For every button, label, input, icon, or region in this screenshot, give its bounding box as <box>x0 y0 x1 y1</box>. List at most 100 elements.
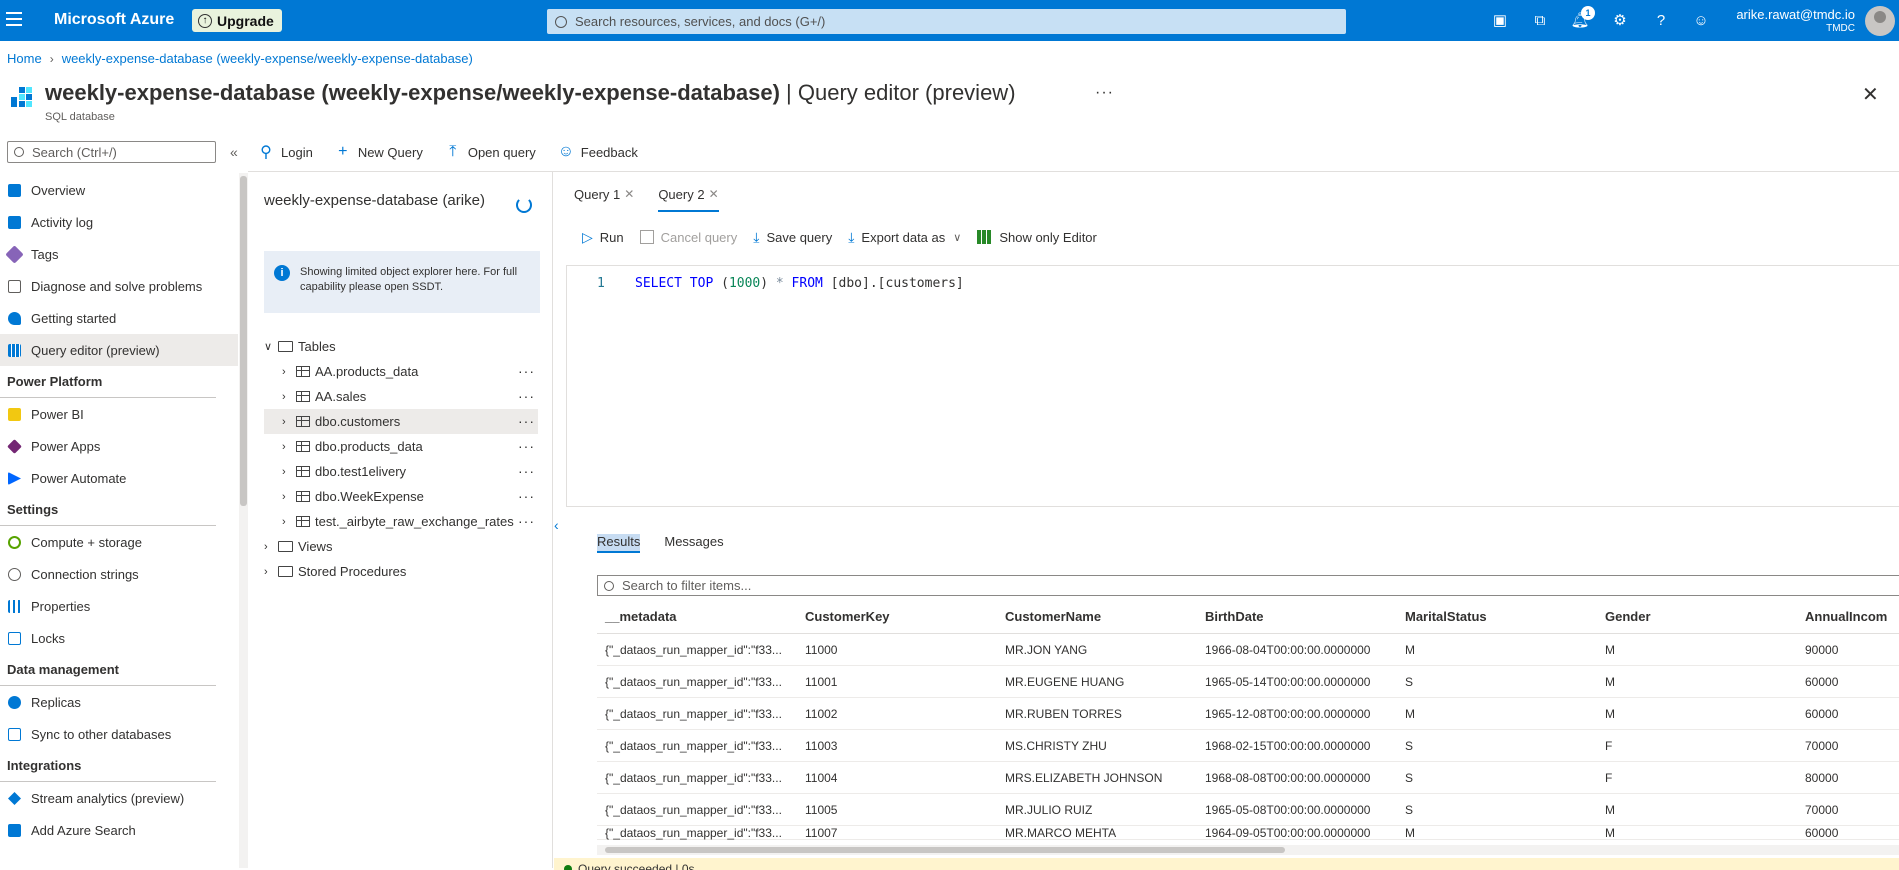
sidebar-item-properties[interactable]: Properties <box>0 590 238 622</box>
tab-query-1[interactable]: Query 1 ✕ <box>574 180 634 210</box>
sidebar-item-label: Replicas <box>31 694 81 710</box>
sidebar-item-diagnose[interactable]: Diagnose and solve problems <box>0 270 238 302</box>
resource-menu-scrollbar[interactable] <box>239 173 248 868</box>
tree-node-views[interactable]: › Views <box>264 534 538 559</box>
breadcrumb-database[interactable]: weekly-expense-database (weekly-expense/… <box>62 51 473 66</box>
sidebar-item-connection-strings[interactable]: Connection strings <box>0 558 238 590</box>
avatar[interactable] <box>1865 6 1895 36</box>
sidebar-item-compute-storage[interactable]: Compute + storage <box>0 526 238 558</box>
tree-label: test._airbyte_raw_exchange_rates <box>315 514 514 529</box>
close-tab-icon[interactable]: ✕ <box>624 187 634 201</box>
sidebar-item-query-editor[interactable]: Query editor (preview) <box>0 334 238 366</box>
tab-messages[interactable]: Messages <box>664 534 723 553</box>
cancel-query-button[interactable]: Cancel query <box>639 230 737 245</box>
column-header[interactable]: CustomerName <box>997 609 1197 624</box>
refresh-icon[interactable] <box>516 197 532 213</box>
tree-node-table[interactable]: › dbo.WeekExpense ··· <box>264 484 538 509</box>
help-icon[interactable]: ? <box>1651 11 1671 31</box>
chevron-right-icon: › <box>282 365 286 378</box>
code-editor[interactable]: 1 SELECT TOP (1000) * FROM [dbo].[custom… <box>566 265 1899 507</box>
search-icon <box>14 147 24 157</box>
sidebar-item-getting-started[interactable]: Getting started <box>0 302 238 334</box>
tree-node-table[interactable]: › dbo.products_data ··· <box>264 434 538 459</box>
column-header[interactable]: AnnualIncom <box>1797 609 1899 624</box>
sidebar-item-azure-search[interactable]: Add Azure Search <box>0 814 238 846</box>
upgrade-label: Upgrade <box>217 12 274 29</box>
open-query-button[interactable]: ⤒ Open query <box>445 143 535 161</box>
collapse-explorer-icon[interactable]: ‹ <box>554 517 559 533</box>
sidebar-item-power-automate[interactable]: Power Automate <box>0 462 238 494</box>
run-button[interactable]: ▷ Run <box>582 229 624 246</box>
save-query-button[interactable]: ⤓ Save query <box>753 229 832 246</box>
sidebar-item-locks[interactable]: Locks <box>0 622 238 654</box>
show-only-editor-button[interactable]: Show only Editor <box>977 230 1097 245</box>
table-row[interactable]: {"_dataos_run_mapper_id":"f33... 11003 MS.… <box>597 730 1899 762</box>
global-search-input[interactable]: Search resources, services, and docs (G+… <box>547 9 1346 34</box>
table-cell: MR.EUGENE HUANG <box>1005 674 1125 689</box>
settings-icon[interactable]: ⚙ <box>1610 11 1630 31</box>
query-status-bar: Query succeeded | 0s <box>554 858 1899 870</box>
results-filter-input[interactable]: Search to filter items... <box>597 575 1899 596</box>
scrollbar-thumb[interactable] <box>605 847 1285 853</box>
sidebar-item-replicas[interactable]: Replicas <box>0 686 238 718</box>
table-row[interactable]: {"_dataos_run_mapper_id":"f33... 11001 MR.… <box>597 666 1899 698</box>
column-header[interactable]: Gender <box>1597 609 1797 624</box>
more-options-icon[interactable]: ··· <box>518 513 535 529</box>
more-options-icon[interactable]: ··· <box>518 438 535 454</box>
table-row[interactable]: {"_dataos_run_mapper_id":"f33... 11002 MR.… <box>597 698 1899 730</box>
resource-menu-search-input[interactable]: Search (Ctrl+/) <box>7 141 216 163</box>
scrollbar-thumb[interactable] <box>240 176 247 506</box>
feedback-button[interactable]: ☺ Feedback <box>558 143 638 161</box>
more-options-icon[interactable]: ··· <box>518 363 535 379</box>
section-power-platform: Power Platform <box>0 366 216 398</box>
table-cell: S <box>1405 770 1414 785</box>
login-button[interactable]: ⚲ Login <box>258 142 313 162</box>
tree-node-table[interactable]: › test._airbyte_raw_exchange_rates ··· <box>264 509 538 534</box>
sidebar-item-sync[interactable]: Sync to other databases <box>0 718 238 750</box>
sidebar-item-overview[interactable]: Overview <box>0 174 238 206</box>
table-row[interactable]: {"_dataos_run_mapper_id":"f33... 11007 MR.… <box>597 826 1899 840</box>
sidebar-item-power-apps[interactable]: Power Apps <box>0 430 238 462</box>
column-header[interactable]: BirthDate <box>1197 609 1397 624</box>
more-options-icon[interactable]: ··· <box>518 488 535 504</box>
breadcrumb-home[interactable]: Home <box>7 51 42 66</box>
close-icon[interactable]: ✕ <box>1862 82 1879 107</box>
more-options-icon[interactable]: ··· <box>518 463 535 479</box>
feedback-icon[interactable]: ☺ <box>1691 11 1711 31</box>
sidebar-item-tags[interactable]: Tags <box>0 238 238 270</box>
column-header[interactable]: __metadata <box>597 609 797 624</box>
column-header[interactable]: CustomerKey <box>797 609 997 624</box>
sidebar-item-power-bi[interactable]: Power BI <box>0 398 238 430</box>
table-row[interactable]: {"_dataos_run_mapper_id":"f33... 11004 MRS… <box>597 762 1899 794</box>
tab-results[interactable]: Results <box>597 534 641 553</box>
sidebar-item-activity-log[interactable]: Activity log <box>0 206 238 238</box>
tree-node-table[interactable]: › dbo.test1elivery ··· <box>264 459 538 484</box>
search-icon <box>604 580 614 591</box>
sidebar-item-stream-analytics[interactable]: Stream analytics (preview) <box>0 782 238 814</box>
menu-icon[interactable] <box>6 12 22 26</box>
brand-title[interactable]: Microsoft Azure <box>54 11 174 29</box>
new-query-button[interactable]: + New Query <box>335 143 423 161</box>
tree-node-tables[interactable]: ∨ Tables <box>264 334 538 359</box>
chevron-down-icon: ∨ <box>264 341 273 353</box>
results-horizontal-scrollbar[interactable] <box>597 845 1899 855</box>
collapse-menu-icon[interactable]: « <box>230 144 238 160</box>
close-tab-icon[interactable]: ✕ <box>709 187 719 201</box>
export-data-button[interactable]: ⤓ Export data as ∨ <box>848 229 961 246</box>
table-row[interactable]: {"_dataos_run_mapper_id":"f33... 11000 MR.… <box>597 634 1899 666</box>
table-row[interactable]: {"_dataos_run_mapper_id":"f33... 11005 MR.… <box>597 794 1899 826</box>
column-header[interactable]: MaritalStatus <box>1397 609 1597 624</box>
more-options-icon[interactable]: ··· <box>1095 84 1114 102</box>
tree-node-stored-procedures[interactable]: › Stored Procedures <box>264 559 538 584</box>
more-options-icon[interactable]: ··· <box>518 413 535 429</box>
directory-filter-icon[interactable]: ⧉ <box>1530 11 1550 31</box>
tree-node-table[interactable]: › AA.products_data ··· <box>264 359 538 384</box>
account-menu[interactable]: arike.rawat@tmdc.io TMDC <box>1736 7 1855 34</box>
cloud-shell-icon[interactable]: ▣ <box>1490 11 1510 31</box>
tree-node-table-selected[interactable]: › dbo.customers ··· <box>264 409 538 434</box>
table-icon <box>296 366 310 377</box>
tree-node-table[interactable]: › AA.sales ··· <box>264 384 538 409</box>
more-options-icon[interactable]: ··· <box>518 388 535 404</box>
tab-query-2[interactable]: Query 2 ✕ <box>658 180 719 212</box>
upgrade-button[interactable]: ↑ Upgrade <box>192 9 282 32</box>
